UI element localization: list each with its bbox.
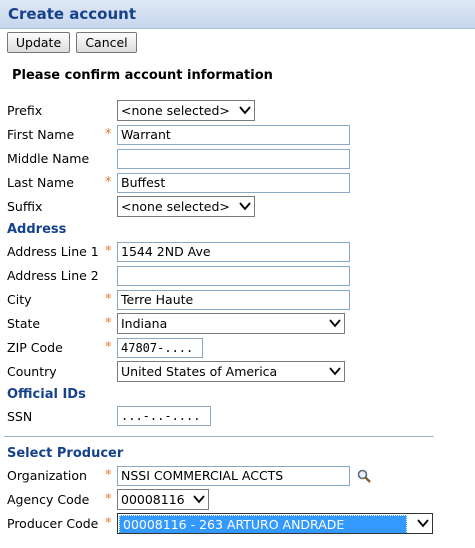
required-marker: * xyxy=(105,340,112,355)
required-marker: * xyxy=(105,516,112,531)
title-bar: Create account xyxy=(0,0,475,29)
official-ids-section-title: Official IDs xyxy=(7,387,86,402)
prefix-value: <none selected> xyxy=(121,103,230,118)
first-name-field[interactable]: Warrant xyxy=(117,125,350,145)
first-name-label: First Name xyxy=(7,127,75,142)
required-marker: * xyxy=(105,492,112,507)
country-select[interactable]: United States of America xyxy=(117,361,345,382)
required-marker: * xyxy=(105,316,112,331)
organization-field[interactable]: NSSI COMMERCIAL ACCTS xyxy=(117,466,350,486)
agency-code-value: 00008116 xyxy=(121,492,185,507)
ssn-field[interactable]: ...-..-.... xyxy=(117,406,211,426)
last-name-field[interactable]: Buffest xyxy=(117,173,350,193)
prefix-label: Prefix xyxy=(7,103,43,118)
state-value: Indiana xyxy=(121,316,168,331)
city-label: City xyxy=(7,292,32,307)
address-line1-field[interactable]: 1544 2ND Ave xyxy=(117,242,350,262)
country-label: Country xyxy=(7,364,57,379)
chevron-down-icon xyxy=(329,367,341,376)
address-line1-label: Address Line 1 xyxy=(7,244,99,259)
chevron-down-icon xyxy=(193,495,205,504)
last-name-label: Last Name xyxy=(7,175,74,190)
country-value: United States of America xyxy=(121,364,278,379)
required-marker: * xyxy=(105,175,112,190)
agency-code-select[interactable]: 00008116 xyxy=(117,489,209,510)
address-line2-field[interactable] xyxy=(117,266,350,286)
search-icon[interactable] xyxy=(357,469,371,483)
cancel-button[interactable]: Cancel xyxy=(76,32,137,53)
city-field[interactable]: Terre Haute xyxy=(117,290,350,310)
section-divider xyxy=(4,436,434,437)
required-marker: * xyxy=(105,468,112,483)
middle-name-label: Middle Name xyxy=(7,151,90,166)
prefix-select[interactable]: <none selected> xyxy=(117,100,255,121)
producer-code-label: Producer Code xyxy=(7,516,99,531)
address-line2-label: Address Line 2 xyxy=(7,268,99,283)
required-marker: * xyxy=(105,127,112,142)
chevron-down-icon xyxy=(239,106,251,115)
required-marker: * xyxy=(105,244,112,259)
chevron-down-icon xyxy=(329,319,341,328)
form-heading: Please confirm account information xyxy=(12,68,273,83)
producer-section-title: Select Producer xyxy=(7,446,124,461)
organization-label: Organization xyxy=(7,468,87,483)
agency-code-label: Agency Code xyxy=(7,492,90,507)
suffix-label: Suffix xyxy=(7,199,43,214)
required-marker: * xyxy=(105,292,112,307)
zip-label: ZIP Code xyxy=(7,340,63,355)
producer-code-value: 00008116 - 263 ARTURO ANDRADE xyxy=(119,515,407,533)
update-button[interactable]: Update xyxy=(7,32,70,53)
zip-field[interactable]: 47807-.... xyxy=(117,338,203,358)
ssn-label: SSN xyxy=(7,409,33,424)
state-label: State xyxy=(7,316,41,331)
middle-name-field[interactable] xyxy=(117,149,350,169)
state-select[interactable]: Indiana xyxy=(117,313,345,334)
window-title: Create account xyxy=(8,5,137,23)
suffix-select[interactable]: <none selected> xyxy=(117,196,255,217)
chevron-down-icon xyxy=(417,519,429,528)
suffix-value: <none selected> xyxy=(121,199,230,214)
address-section-title: Address xyxy=(7,222,67,237)
producer-code-select[interactable]: 00008116 - 263 ARTURO ANDRADE xyxy=(117,513,433,534)
chevron-down-icon xyxy=(239,202,251,211)
